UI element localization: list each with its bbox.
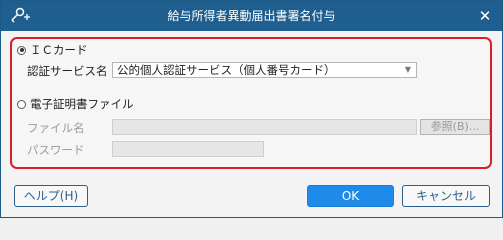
signing-method-panel: ＩＣカード 認証サービス名 公的個人認証サービス（個人番号カード） ▼ 電子証明… [10,37,492,169]
cert-file-radio[interactable] [17,99,26,109]
dialog-title: 給与所得者異動届出書署名付与 [167,9,336,23]
browse-button[interactable]: 参照(B)... [420,119,490,135]
ic-card-radio[interactable] [17,45,26,55]
chevron-down-icon: ▼ [404,65,411,74]
password-field[interactable] [112,141,264,157]
help-button[interactable]: ヘルプ(H) [14,185,88,207]
cancel-button[interactable]: キャンセル [402,185,490,207]
ic-card-radio-option[interactable]: ＩＣカード [17,42,88,58]
service-name-label: 認証サービス名 [27,64,108,78]
title-bar: 給与所得者異動届出書署名付与 ✕ [1,1,502,31]
ic-card-radio-label: ＩＣカード [30,43,88,57]
close-button[interactable]: ✕ [474,5,496,27]
cert-file-radio-option[interactable]: 電子証明書ファイル [17,96,134,112]
file-name-field[interactable] [112,119,417,135]
signature-dialog: 給与所得者異動届出書署名付与 ✕ ＩＣカード 認証サービス名 公的個人認証サービ… [0,0,503,218]
auth-service-value: 公的個人認証サービス（個人番号カード） [117,63,336,77]
file-name-label: ファイル名 [27,121,85,135]
close-icon: ✕ [478,7,492,25]
password-label: パスワード [27,143,85,157]
auth-service-select[interactable]: 公的個人認証サービス（個人番号カード） ▼ [112,62,417,78]
cert-file-radio-label: 電子証明書ファイル [30,97,134,111]
ok-button[interactable]: OK [307,185,394,207]
